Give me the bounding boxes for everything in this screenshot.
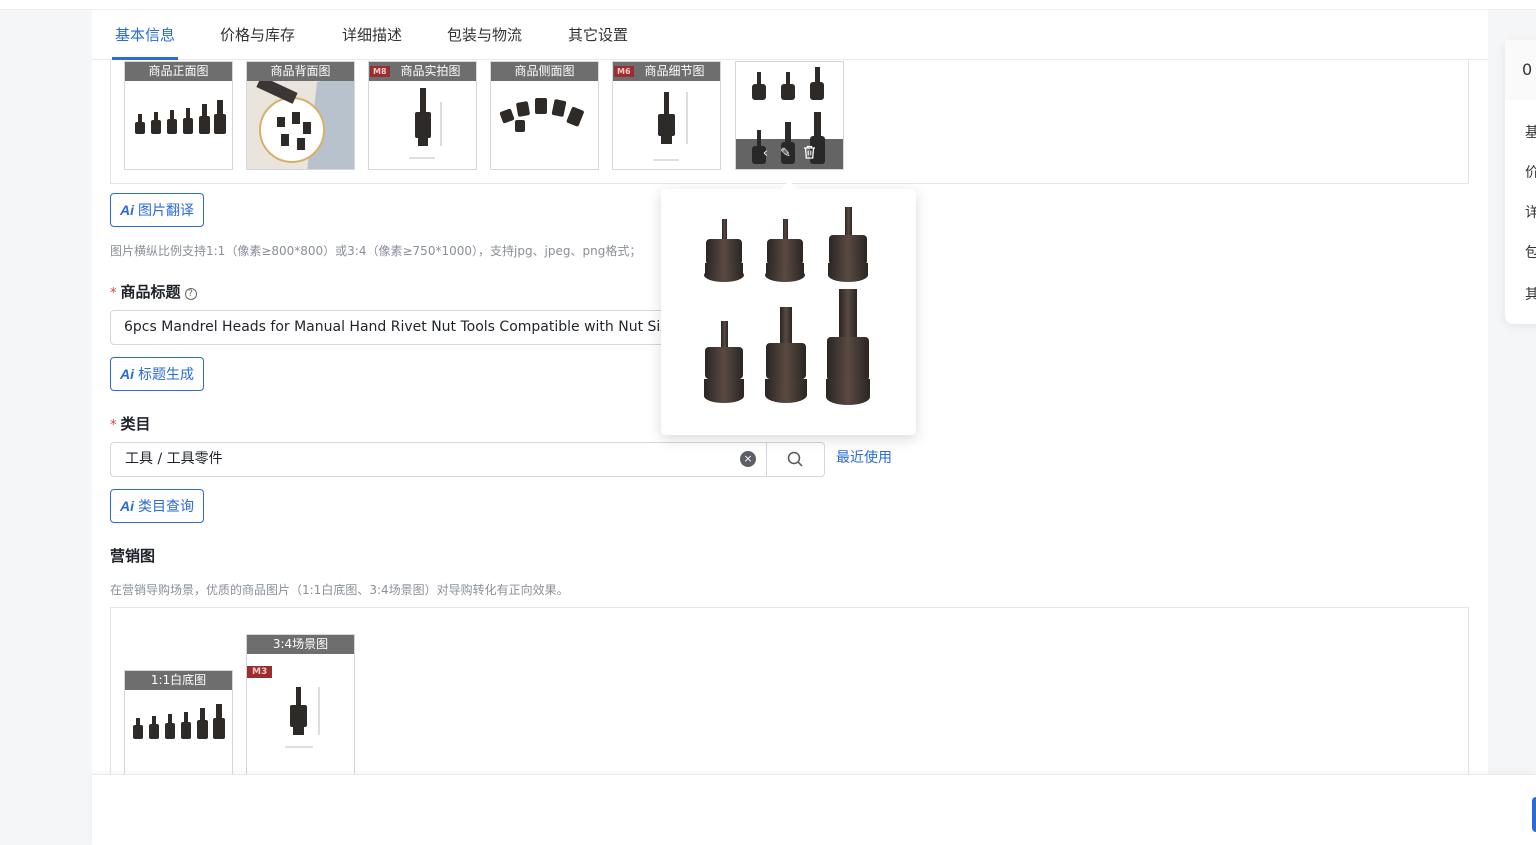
required-mark: * — [110, 286, 117, 301]
tab-detail-description[interactable]: 详细描述 — [342, 24, 402, 45]
ai-button-label: 标题生成 — [138, 367, 194, 383]
ai-button-label: 图片翻译 — [138, 203, 194, 219]
category-label-text: 类目 — [120, 415, 151, 433]
nav-item-basic[interactable]: 基 — [1525, 122, 1536, 142]
nav-item-detail[interactable]: 详 — [1525, 202, 1536, 222]
image-caption: 商品正面图 — [125, 62, 232, 81]
tab-price-stock[interactable]: 价格与库存 — [220, 24, 295, 45]
product-image-real[interactable]: 商品实拍图 M8 — [368, 61, 477, 170]
top-strip — [0, 0, 1536, 10]
model-tag: M3 — [247, 666, 273, 678]
tab-bar: 基本信息 价格与库存 详细描述 包装与物流 其它设置 — [92, 10, 1488, 60]
bottom-action-bar — [92, 774, 1536, 845]
tab-packaging-logistics[interactable]: 包装与物流 — [447, 24, 522, 45]
product-photo — [285, 687, 320, 748]
category-input[interactable]: 工具 / 工具零件 — [110, 442, 767, 477]
required-mark: * — [110, 418, 117, 433]
ai-icon: Ai — [120, 202, 134, 218]
ai-button-label: 类目查询 — [138, 499, 194, 515]
product-image-front[interactable]: 商品正面图 — [124, 61, 233, 170]
ai-icon: Ai — [120, 366, 134, 382]
search-icon — [787, 451, 803, 467]
delete-icon[interactable] — [803, 139, 816, 169]
product-image-detail[interactable]: 商品细节图 M6 — [612, 61, 721, 170]
preview-photo — [704, 207, 870, 405]
recently-used-link[interactable]: 最近使用 — [836, 447, 892, 467]
category-label: * 类目 — [110, 413, 151, 434]
category-search-button[interactable] — [766, 442, 825, 477]
marketing-label: 营销图 — [110, 547, 156, 565]
prev-icon[interactable]: ‹ — [763, 139, 768, 169]
product-image-hovered[interactable]: ‹ ✎ — [735, 61, 844, 170]
ai-image-translate-button[interactable]: Ai 图片翻译 — [110, 193, 204, 227]
image-action-bar: ‹ ✎ — [736, 139, 843, 169]
ai-icon: Ai — [120, 498, 134, 514]
clear-icon[interactable]: × — [740, 451, 756, 467]
tab-other-settings[interactable]: 其它设置 — [568, 24, 628, 45]
title-label-text: 商品标题 — [120, 283, 181, 301]
title-label: * 商品标题? — [110, 281, 197, 302]
marketing-image-white-bg[interactable]: 1:1白底图 — [124, 670, 233, 780]
model-tag: M8 — [370, 66, 390, 77]
marketing-image-scene[interactable]: 3:4场景图 M3 — [246, 634, 355, 780]
product-image-side[interactable]: 商品侧面图 — [490, 61, 599, 170]
image-caption: 商品背面图 — [247, 62, 354, 81]
image-caption: 3:4场景图 — [247, 635, 354, 654]
section-anchor-nav: 0 基 价 详 包 其 — [1505, 40, 1536, 324]
nav-item-price[interactable]: 价 — [1525, 162, 1536, 182]
edit-icon[interactable]: ✎ — [780, 139, 791, 169]
nav-item-other[interactable]: 其 — [1525, 284, 1536, 304]
ai-category-query-button[interactable]: Ai 类目查询 — [110, 489, 204, 523]
model-tag: M6 — [614, 66, 634, 77]
image-preview-popover — [661, 189, 916, 435]
help-icon[interactable]: ? — [184, 288, 197, 300]
nav-count: 0 — [1505, 40, 1536, 100]
nav-item-package[interactable]: 包 — [1525, 242, 1536, 262]
submit-button[interactable] — [1532, 797, 1536, 832]
image-requirement-hint: 图片横纵比例支持1:1（像素≥800*800）或3:4（像素≥750*1000）… — [110, 244, 642, 258]
marketing-hint: 在营销导购场景，优质的商品图片（1:1白底图、3:4场景图）对导购转化有正向效果… — [110, 583, 569, 597]
product-image-back[interactable]: 商品背面图 — [246, 61, 355, 170]
ai-title-generate-button[interactable]: Ai 标题生成 — [110, 357, 204, 391]
image-caption: 商品侧面图 — [491, 62, 598, 81]
tab-basic-info[interactable]: 基本信息 — [115, 24, 175, 45]
image-caption: 1:1白底图 — [125, 671, 232, 690]
